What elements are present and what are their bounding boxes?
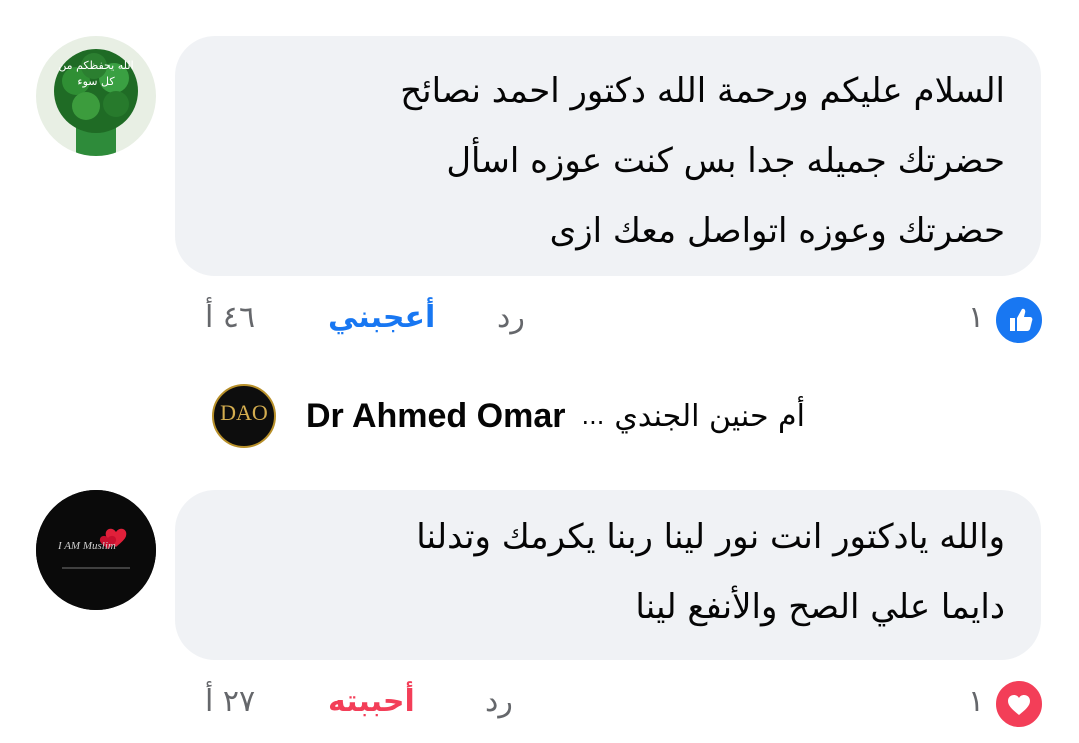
reaction-count[interactable]: ١ bbox=[968, 684, 984, 719]
avatar-caption: الله يحفظكم من كل سوء bbox=[58, 59, 134, 88]
comment-time[interactable]: ٤٦ أ bbox=[205, 300, 255, 335]
dao-logo-avatar-icon: DAO bbox=[220, 400, 268, 425]
comment-text: والله يادكتور انت نور لينا ربنا يكرمك وت… bbox=[416, 517, 1005, 627]
reply-thread-link[interactable]: DAO Dr Ahmed Omar ... أم حنين الجندي bbox=[212, 380, 805, 452]
reply-author-avatar[interactable]: DAO bbox=[212, 384, 276, 448]
reaction-count[interactable]: ١ bbox=[968, 300, 984, 335]
like-button[interactable]: أعجبني bbox=[328, 300, 435, 335]
commenter-avatar-2[interactable]: I AM Muslim bbox=[36, 490, 156, 610]
replier-name[interactable]: أم حنين الجندي bbox=[614, 399, 805, 434]
reply-button[interactable]: رد bbox=[497, 300, 525, 335]
comment-bubble-1[interactable]: السلام عليكم ورحمة الله دكتور احمد نصائح… bbox=[175, 36, 1041, 276]
like-icon[interactable] bbox=[993, 294, 1045, 346]
green-bouquet-avatar-icon bbox=[36, 36, 156, 156]
comment-text: السلام عليكم ورحمة الله دكتور احمد نصائح… bbox=[400, 71, 1005, 251]
reply-ellipsis: ... bbox=[581, 402, 605, 430]
comment-time[interactable]: ٢٧ أ bbox=[205, 684, 255, 719]
love-icon[interactable] bbox=[993, 678, 1045, 730]
reply-author-name[interactable]: Dr Ahmed Omar bbox=[306, 397, 565, 436]
reply-button[interactable]: رد bbox=[485, 684, 513, 719]
love-button[interactable]: أحببته bbox=[328, 684, 415, 719]
commenter-avatar-1[interactable]: الله يحفظكم من كل سوء bbox=[36, 36, 156, 156]
comment-bubble-2[interactable]: والله يادكتور انت نور لينا ربنا يكرمك وت… bbox=[175, 490, 1041, 660]
avatar-caption: I AM Muslim bbox=[58, 540, 116, 552]
